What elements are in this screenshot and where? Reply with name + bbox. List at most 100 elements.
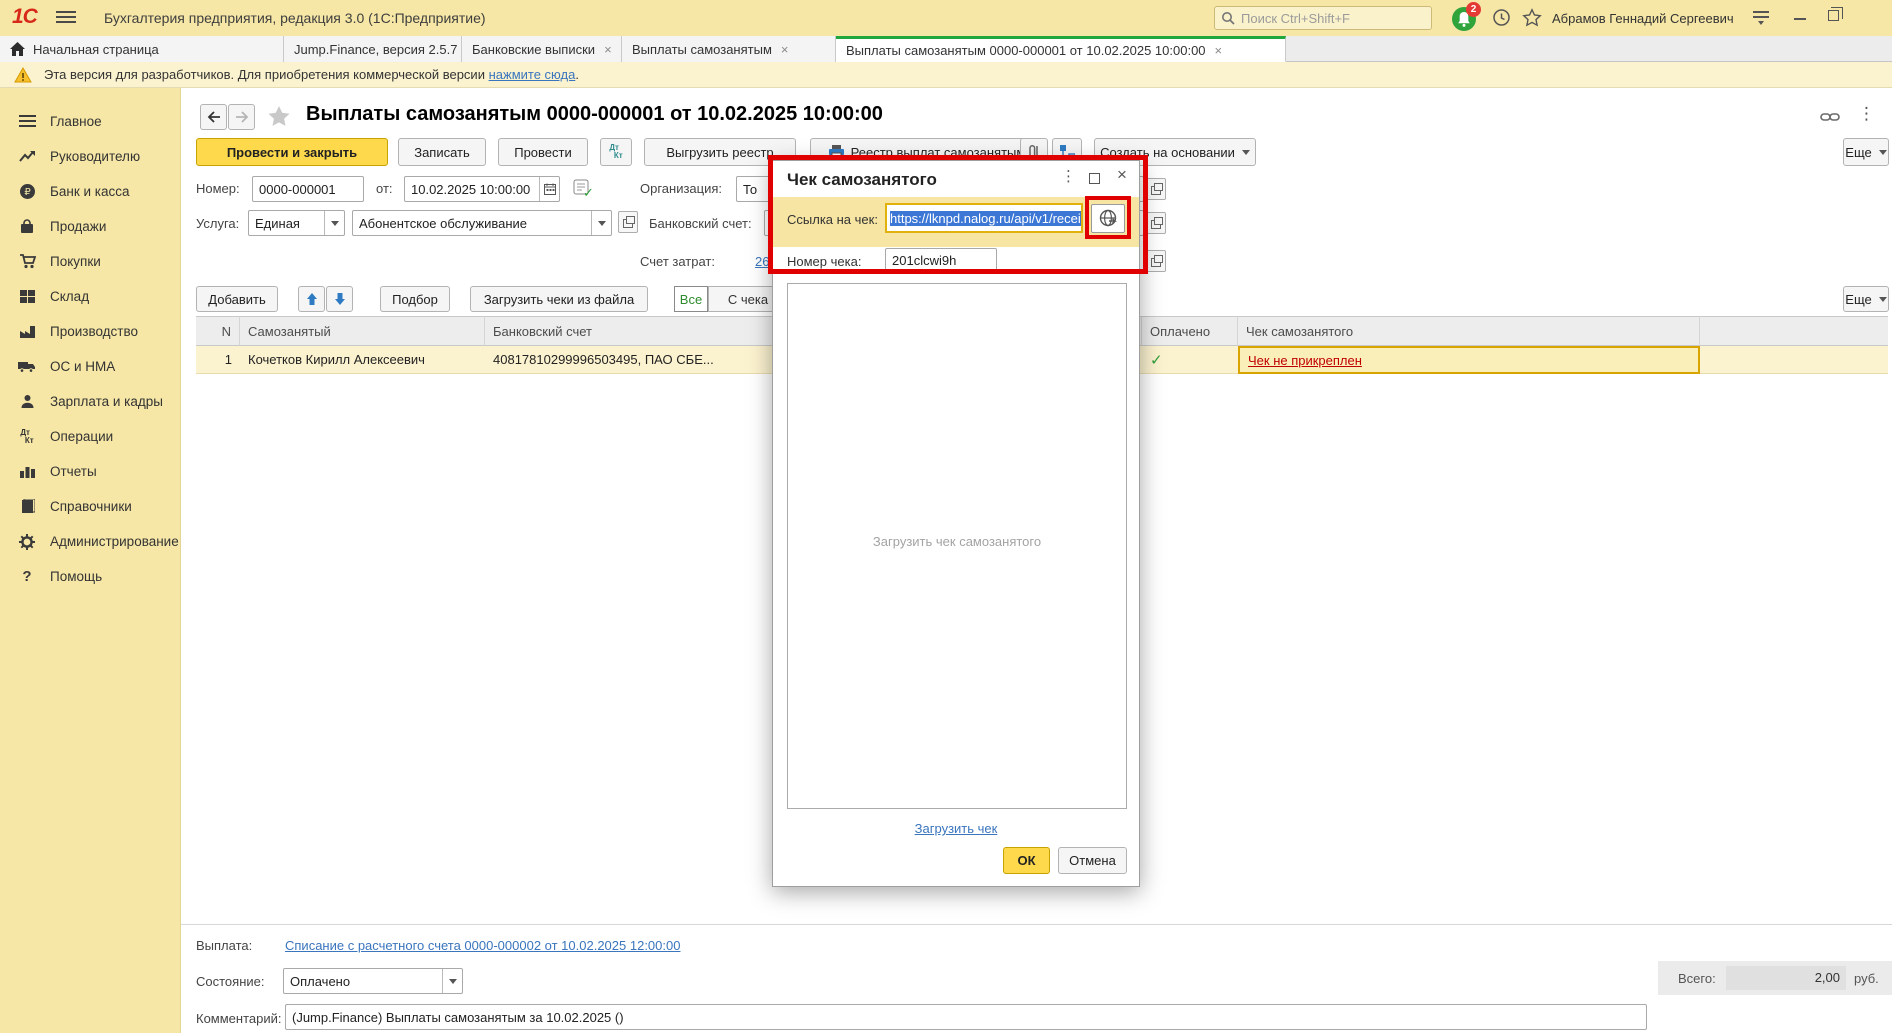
dialog-kebab-icon[interactable]: ⋮ [1061, 167, 1076, 185]
tab-home[interactable]: Начальная страница [0, 36, 284, 62]
row-cell-receipt[interactable]: Чек не прикреплен [1238, 346, 1700, 374]
close-tab-icon[interactable]: × [781, 42, 789, 57]
filter-all-segment[interactable]: Все [674, 286, 708, 312]
sidebar-item-manager[interactable]: Руководителю [0, 139, 180, 174]
ruble-icon: ₽ [16, 183, 38, 201]
receipt-preview-area[interactable]: Загрузить чек самозанятого [787, 283, 1127, 809]
dialog-title: Чек самозанятого [787, 170, 937, 190]
dialog-close-icon[interactable]: × [1117, 165, 1127, 185]
ok-button[interactable]: ОК [1003, 847, 1050, 874]
state-label: Состояние: [196, 974, 264, 989]
organization-open-button[interactable] [1146, 178, 1166, 200]
favorite-star-icon[interactable] [266, 104, 292, 129]
load-checks-button[interactable]: Загрузить чеки из файла [470, 286, 648, 312]
cost-account-open-button[interactable] [1146, 250, 1166, 272]
sidebar-label: Продажи [50, 219, 106, 234]
sidebar-item-purchases[interactable]: Покупки [0, 244, 180, 279]
column-header-receipt[interactable]: Чек самозанятого [1238, 316, 1700, 346]
back-button[interactable] [200, 104, 227, 130]
row-cell-empty [1700, 346, 1888, 374]
sidebar-item-help[interactable]: ? Помощь [0, 559, 180, 594]
book-icon [16, 498, 38, 516]
receipt-number-field[interactable] [885, 248, 997, 273]
state-combo[interactable]: Оплачено [283, 968, 463, 994]
sidebar-item-administration[interactable]: Администрирование [0, 524, 180, 559]
load-from-internet-button[interactable] [1091, 204, 1125, 233]
close-tab-icon[interactable]: × [1215, 43, 1223, 58]
tab-jump-finance[interactable]: Jump.Finance, версия 2.5.7× [284, 36, 462, 62]
notifications-button[interactable]: 2 [1452, 5, 1482, 33]
more-button-top[interactable]: Еще [1843, 138, 1889, 166]
question-icon: ? [16, 568, 38, 586]
add-row-button[interactable]: Добавить [196, 286, 278, 312]
pick-button[interactable]: Подбор [380, 286, 450, 312]
move-down-button[interactable] [326, 286, 353, 312]
row-cell-paid[interactable]: ✓ [1142, 346, 1238, 374]
dropzone-placeholder: Загрузить чек самозанятого [788, 534, 1126, 549]
close-tab-icon[interactable]: × [604, 42, 612, 57]
bank-account-open-button[interactable] [1146, 212, 1166, 234]
global-search[interactable] [1214, 6, 1432, 30]
sidebar-item-production[interactable]: Производство [0, 314, 180, 349]
favorites-button[interactable] [1522, 8, 1544, 28]
more-button-table[interactable]: Еще [1843, 286, 1889, 312]
buy-commercial-link[interactable]: нажмите сюда [489, 67, 576, 82]
sidebar-item-directories[interactable]: Справочники [0, 489, 180, 524]
column-header-paid[interactable]: Оплачено [1142, 316, 1238, 346]
minimize-button[interactable] [1794, 18, 1806, 20]
tab-bank-statements[interactable]: Банковские выписки× [462, 36, 622, 62]
sidebar-item-bank-cash[interactable]: ₽ Банк и касса [0, 174, 180, 209]
current-user[interactable]: Абрамов Геннадий Сергеевич [1552, 11, 1734, 26]
payment-document-link[interactable]: Списание с расчетного счета 0000-000002 … [285, 938, 680, 953]
column-header-n[interactable]: N [196, 316, 240, 346]
date-field[interactable] [404, 176, 560, 202]
get-link-icon[interactable] [1820, 108, 1840, 126]
service-open-button[interactable] [618, 211, 638, 233]
save-button[interactable]: Записать [398, 138, 486, 166]
main-menu-icon[interactable] [56, 9, 76, 25]
post-button[interactable]: Провести [498, 138, 588, 166]
svg-text:₽: ₽ [24, 187, 31, 198]
1c-logo: 1С [12, 5, 37, 29]
sidebar-item-warehouse[interactable]: Склад [0, 279, 180, 314]
move-up-button[interactable] [298, 286, 325, 312]
paperclip-icon [1028, 144, 1040, 160]
sidebar-item-reports[interactable]: Отчеты [0, 454, 180, 489]
sidebar-item-operations[interactable]: Дт Кт Операции [0, 419, 180, 454]
post-and-close-button[interactable]: Провести и закрыть [196, 138, 388, 166]
title-kebab-icon[interactable]: ⋮ [1858, 104, 1875, 124]
dtkt-button[interactable]: Дт Кт [600, 138, 632, 166]
history-button[interactable] [1492, 8, 1514, 28]
receipt-dialog: Чек самозанятого ⋮ × Ссылка на чек: http… [772, 160, 1140, 887]
sidebar-item-fixed-assets[interactable]: ОС и НМА [0, 349, 180, 384]
dialog-maximize-icon[interactable] [1089, 173, 1100, 184]
sidebar-label: ОС и НМА [50, 359, 115, 374]
chevron-down-icon[interactable] [324, 211, 344, 235]
cancel-button[interactable]: Отмена [1058, 847, 1127, 874]
search-input[interactable] [1241, 11, 1421, 26]
comment-field[interactable] [285, 1004, 1647, 1030]
sidebar-item-main[interactable]: Главное [0, 104, 180, 139]
receipt-url-input[interactable]: https://lknpd.nalog.ru/api/v1/receip [885, 203, 1083, 233]
service-menu-icon[interactable] [1752, 8, 1774, 28]
upload-receipt-link[interactable]: Загрузить чек [773, 821, 1139, 836]
sidebar-item-sales[interactable]: Продажи [0, 209, 180, 244]
sidebar-item-salary-hr[interactable]: Зарплата и кадры [0, 384, 180, 419]
restore-window-button[interactable] [1828, 10, 1839, 21]
row-cell-person[interactable]: Кочетков Кирилл Алексеевич [240, 346, 485, 374]
tab-label: Jump.Finance, версия 2.5.7 [294, 42, 457, 57]
forward-button[interactable] [228, 104, 255, 130]
calendar-icon[interactable] [539, 177, 559, 201]
number-field[interactable] [252, 176, 364, 202]
service-name-combo[interactable]: Абонентское обслуживание [352, 210, 612, 236]
cost-account-link[interactable]: 26 [755, 254, 769, 269]
tab-payment-document[interactable]: Выплаты самозанятым 0000-000001 от 10.02… [836, 36, 1286, 62]
chevron-down-icon[interactable] [591, 211, 611, 235]
number-label: Номер: [196, 181, 240, 196]
chevron-down-icon[interactable] [442, 969, 462, 993]
column-header-person[interactable]: Самозанятый [240, 316, 485, 346]
receipt-not-attached-link[interactable]: Чек не прикреплен [1248, 353, 1362, 368]
row-cell-n[interactable]: 1 [196, 346, 240, 374]
service-type-combo[interactable]: Единая [248, 210, 345, 236]
tab-payments-list[interactable]: Выплаты самозанятым× [622, 36, 836, 62]
